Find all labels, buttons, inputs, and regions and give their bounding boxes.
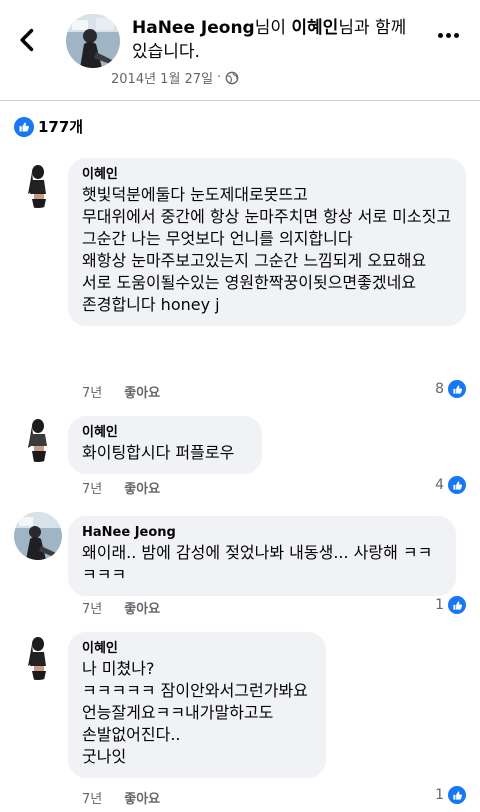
post-meta: 2014년 1월 27일 · — [111, 68, 239, 87]
commenter-name[interactable]: 이혜인 — [82, 166, 452, 184]
reaction-summary[interactable]: 177개 — [14, 116, 83, 137]
comment-text: 햇빛덕분에둘다 눈도제대로못뜨고 무대위에서 중간에 항상 눈마주치면 항상 서… — [82, 185, 452, 314]
commenter-avatar[interactable] — [14, 160, 62, 208]
comment-like-count[interactable]: 8 — [435, 380, 466, 398]
comment-bubble[interactable]: 이혜인 화이팅합시다 퍼플로우 — [68, 416, 262, 474]
post-title: HaNee Jeong님이 이혜인님과 함께 있습니다. — [132, 16, 422, 64]
comment-like-count[interactable]: 4 — [435, 476, 466, 494]
reaction-count: 177개 — [38, 118, 84, 136]
commenter-avatar[interactable] — [14, 414, 62, 462]
meta-separator: · — [217, 70, 222, 85]
comment-time[interactable]: 7년 — [82, 382, 102, 401]
like-count: 1 — [435, 597, 444, 613]
commenter-avatar[interactable] — [14, 512, 62, 560]
commenter-avatar[interactable] — [14, 632, 62, 680]
comment-actions: 7년 좋아요 — [82, 478, 160, 497]
chevron-left-icon — [20, 28, 34, 52]
like-button[interactable]: 좋아요 — [124, 598, 160, 617]
globe-icon — [225, 71, 239, 85]
comment-time[interactable]: 7년 — [82, 598, 102, 617]
commenter-name[interactable]: 이혜인 — [82, 640, 312, 658]
like-count: 8 — [435, 381, 444, 397]
like-count: 4 — [435, 477, 444, 493]
comment-bubble[interactable]: 이혜인 나 미쳤나? ㅋㅋㅋㅋㅋ 잠이안와서그런가봐요 언능잘게요ㅋㅋ내가말하고… — [68, 632, 326, 778]
more-dots-icon — [438, 32, 443, 38]
comment-text: 왜이래.. 밤에 감성에 젖었나봐 내동생... 사랑해 ㅋㅋㅋㅋㅋ — [82, 543, 433, 584]
commenter-name[interactable]: 이혜인 — [82, 424, 248, 442]
comment-like-count[interactable]: 1 — [435, 596, 466, 614]
comment-time[interactable]: 7년 — [82, 788, 102, 807]
comment-actions: 7년 좋아요 — [82, 788, 160, 807]
tagged-name[interactable]: 이혜인 — [291, 18, 338, 38]
author-name[interactable]: HaNee Jeong — [132, 18, 255, 38]
comment-time[interactable]: 7년 — [82, 478, 102, 497]
like-icon — [448, 380, 466, 398]
more-options-button[interactable] — [438, 30, 462, 40]
header-divider — [0, 100, 480, 101]
comment-actions: 7년 좋아요 — [82, 598, 160, 617]
comment-bubble[interactable]: 이혜인 햇빛덕분에둘다 눈도제대로못뜨고 무대위에서 중간에 항상 눈마주치면 … — [68, 158, 466, 326]
like-button[interactable]: 좋아요 — [124, 788, 160, 807]
comment-actions: 7년 좋아요 — [82, 382, 160, 401]
like-icon — [14, 116, 34, 137]
like-icon — [448, 596, 466, 614]
post-date[interactable]: 2014년 1월 27일 — [111, 68, 213, 87]
comment-like-count[interactable]: 1 — [435, 786, 466, 804]
like-icon — [448, 476, 466, 494]
title-connector: 님이 — [254, 18, 292, 38]
commenter-name[interactable]: HaNee Jeong — [82, 524, 442, 542]
comment-bubble[interactable]: HaNee Jeong 왜이래.. 밤에 감성에 젖었나봐 내동생... 사랑해… — [68, 516, 456, 596]
comment-text: 화이팅합시다 퍼플로우 — [82, 443, 235, 462]
like-count: 1 — [435, 787, 444, 803]
back-button[interactable] — [14, 26, 42, 54]
like-icon — [448, 786, 466, 804]
post-header: HaNee Jeong님이 이혜인님과 함께 있습니다. 2014년 1월 27… — [0, 0, 480, 104]
author-avatar[interactable] — [66, 14, 120, 68]
comment-text: 나 미쳤나? ㅋㅋㅋㅋㅋ 잠이안와서그런가봐요 언능잘게요ㅋㅋ내가말하고도 손발… — [82, 659, 308, 766]
like-button[interactable]: 좋아요 — [124, 382, 160, 401]
like-button[interactable]: 좋아요 — [124, 478, 160, 497]
